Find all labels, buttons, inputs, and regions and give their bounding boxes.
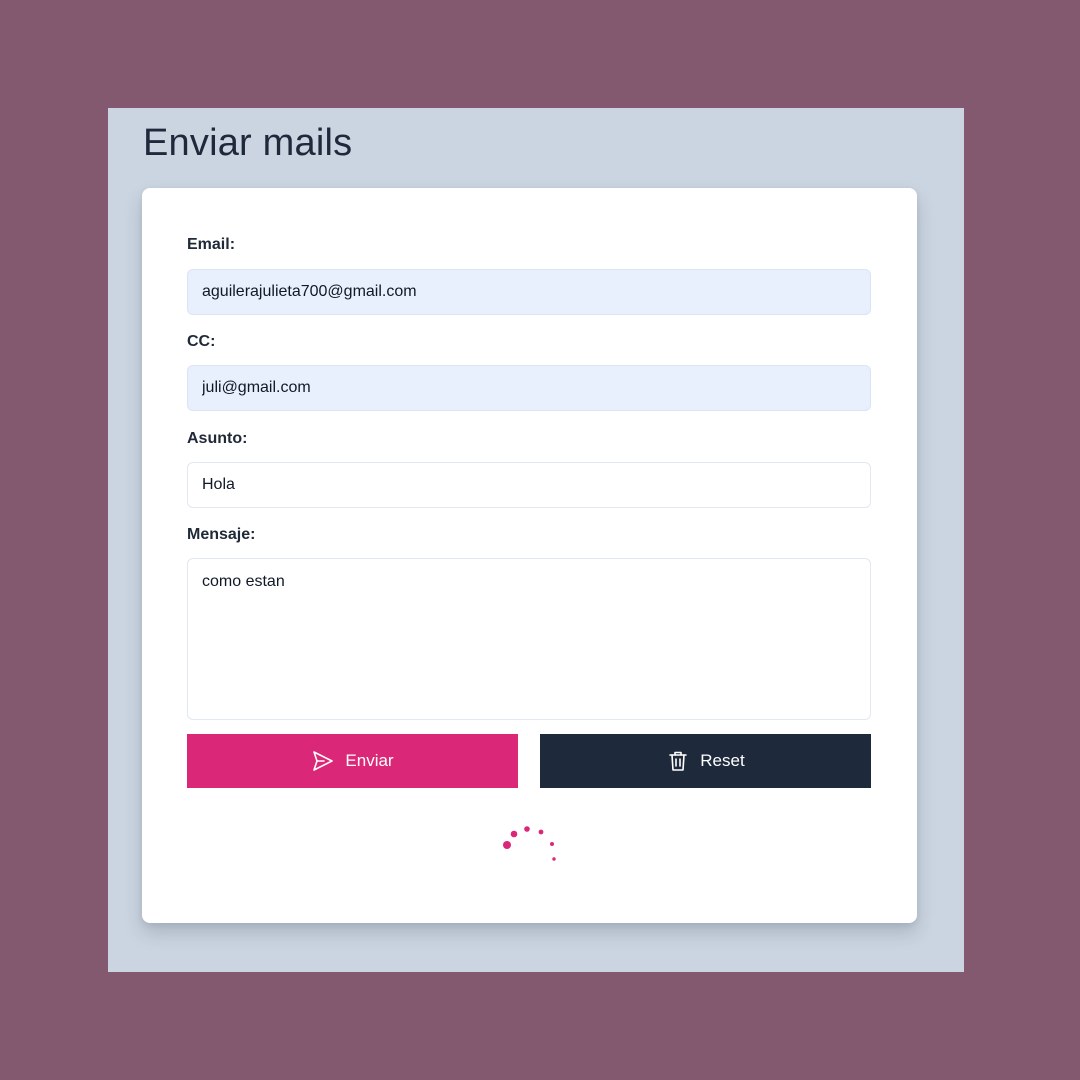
cc-field[interactable] <box>187 365 871 411</box>
reset-button-label: Reset <box>700 751 745 770</box>
cc-label: CC: <box>187 333 216 350</box>
page-title: Enviar mails <box>143 122 353 164</box>
message-label: Mensaje: <box>187 526 256 543</box>
email-label: Email: <box>187 236 236 253</box>
subject-field[interactable] <box>187 462 871 508</box>
mail-form-card: Email: CC: Asunto: Mensaje: como estan E… <box>142 188 917 923</box>
reset-button[interactable]: Reset <box>540 734 871 788</box>
email-field[interactable] <box>187 269 871 315</box>
send-button-label: Enviar <box>345 751 394 770</box>
send-icon <box>311 749 335 773</box>
message-field[interactable]: como estan <box>187 558 871 720</box>
subject-label: Asunto: <box>187 430 248 447</box>
trash-icon <box>666 749 690 773</box>
loading-spinner-icon <box>503 826 556 861</box>
send-button[interactable]: Enviar <box>187 734 518 788</box>
app-frame: Enviar mails Email: CC: Asunto: Mensaje:… <box>108 108 964 972</box>
